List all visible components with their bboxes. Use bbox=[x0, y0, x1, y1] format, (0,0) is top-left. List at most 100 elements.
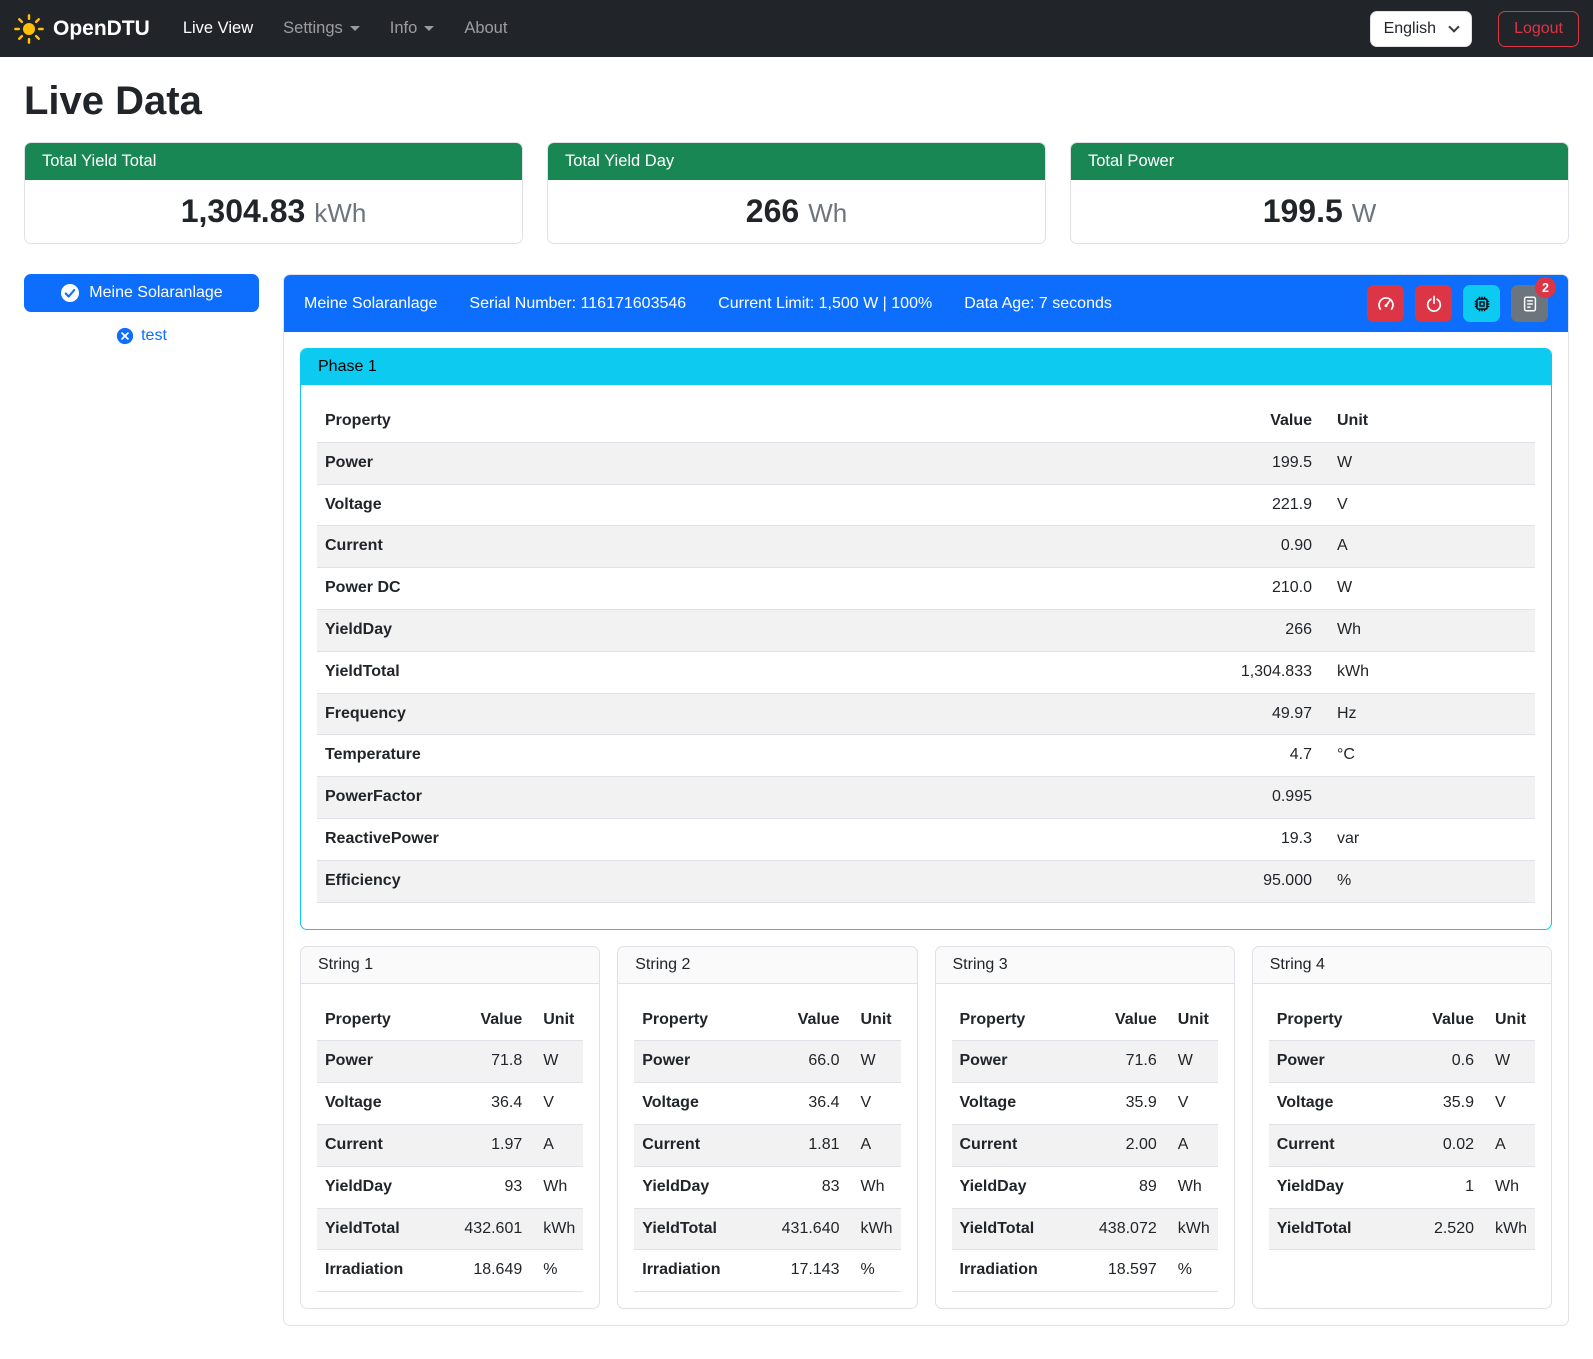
unit-cell: A bbox=[848, 1124, 901, 1166]
unit-cell: W bbox=[1482, 1041, 1535, 1083]
inverter-card-body: Phase 1 Property Value Unit bbox=[284, 332, 1568, 1325]
unit-cell: V bbox=[1320, 484, 1535, 526]
main-container: Live Data Total Yield Total 1,304.83kWh … bbox=[0, 79, 1593, 1356]
nav-item-live-view[interactable]: Live View bbox=[168, 11, 268, 46]
logout-button[interactable]: Logout bbox=[1498, 11, 1579, 47]
table-row: Power 0.6 W bbox=[1269, 1041, 1535, 1083]
nav-item-label: About bbox=[464, 19, 507, 38]
property-cell: YieldDay bbox=[317, 609, 1072, 651]
table-row: Power 71.8 W bbox=[317, 1041, 583, 1083]
property-cell: Power bbox=[1269, 1041, 1399, 1083]
nav-item-about[interactable]: About bbox=[449, 11, 522, 46]
table-header-row: Property Value Unit bbox=[634, 1000, 900, 1041]
value-cell: 36.4 bbox=[754, 1083, 848, 1125]
value-cell: 89 bbox=[1071, 1166, 1165, 1208]
events-button[interactable]: 2 bbox=[1511, 285, 1548, 322]
value-header: Value bbox=[1071, 1000, 1165, 1041]
table-row: YieldTotal 1,304.833 kWh bbox=[317, 651, 1535, 693]
inverter-select-button[interactable]: Meine Solaranlage bbox=[24, 274, 259, 312]
unit-cell: kWh bbox=[530, 1208, 583, 1250]
phase-card-title: Phase 1 bbox=[301, 349, 1551, 385]
property-cell: YieldTotal bbox=[634, 1208, 754, 1250]
table-row: YieldDay 1 Wh bbox=[1269, 1166, 1535, 1208]
nav-item-settings[interactable]: Settings bbox=[268, 11, 375, 46]
string-card-3: String 3 Property Value Unit bbox=[935, 946, 1235, 1310]
summary-card-total-power: Total Power 199.5W bbox=[1070, 142, 1569, 244]
unit-cell: V bbox=[848, 1083, 901, 1125]
property-cell: YieldDay bbox=[952, 1166, 1072, 1208]
table-row: YieldTotal 438.072 kWh bbox=[952, 1208, 1218, 1250]
inverter-test-label: test bbox=[141, 327, 167, 345]
table-header-row: Property Value Unit bbox=[1269, 1000, 1535, 1041]
table-row: Irradiation 18.597 % bbox=[952, 1250, 1218, 1292]
value-cell: 71.6 bbox=[1071, 1041, 1165, 1083]
inverter-card: Meine Solaranlage Serial Number: 1161716… bbox=[283, 274, 1569, 1326]
phase-card: Phase 1 Property Value Unit bbox=[300, 348, 1552, 930]
nav-item-info[interactable]: Info bbox=[375, 11, 450, 46]
summary-card-title: Total Power bbox=[1071, 143, 1568, 180]
table-row: ReactivePower 19.3 var bbox=[317, 818, 1535, 860]
table-row: PowerFactor 0.995 bbox=[317, 777, 1535, 819]
property-cell: PowerFactor bbox=[317, 777, 1072, 819]
language-select[interactable]: English bbox=[1370, 11, 1472, 47]
device-settings-button[interactable] bbox=[1463, 285, 1500, 322]
power-icon bbox=[1425, 295, 1443, 313]
property-cell: Temperature bbox=[317, 735, 1072, 777]
power-button[interactable] bbox=[1415, 285, 1452, 322]
value-cell: 35.9 bbox=[1071, 1083, 1165, 1125]
table-row: Current 2.00 A bbox=[952, 1124, 1218, 1166]
value-cell: 83 bbox=[754, 1166, 848, 1208]
string-table: Property Value Unit bbox=[952, 1000, 1218, 1293]
sun-icon bbox=[14, 14, 44, 44]
unit-cell: Wh bbox=[530, 1166, 583, 1208]
limit-settings-button[interactable] bbox=[1367, 285, 1404, 322]
property-header: Property bbox=[317, 401, 1072, 442]
property-header: Property bbox=[1269, 1000, 1399, 1041]
property-cell: Power DC bbox=[317, 568, 1072, 610]
value-cell: 0.90 bbox=[1072, 526, 1320, 568]
table-row: Voltage 35.9 V bbox=[1269, 1083, 1535, 1125]
nav-item-label: Info bbox=[390, 19, 418, 38]
property-cell: Power bbox=[317, 1041, 437, 1083]
value-cell: 17.143 bbox=[754, 1250, 848, 1292]
value-cell: 1.81 bbox=[754, 1124, 848, 1166]
unit-cell: % bbox=[530, 1250, 583, 1292]
value-cell: 266 bbox=[1072, 609, 1320, 651]
summary-cards-row: Total Yield Total 1,304.83kWh Total Yiel… bbox=[24, 142, 1569, 244]
string-card-title: String 3 bbox=[936, 947, 1234, 984]
inverter-actions: 2 bbox=[1367, 285, 1548, 322]
table-row: Voltage 36.4 V bbox=[317, 1083, 583, 1125]
property-cell: Irradiation bbox=[952, 1250, 1072, 1292]
property-header: Property bbox=[634, 1000, 754, 1041]
value-cell: 438.072 bbox=[1071, 1208, 1165, 1250]
table-row: Efficiency 95.000 % bbox=[317, 860, 1535, 902]
string-card-body: Property Value Unit bbox=[936, 984, 1234, 1309]
inverter-name: Meine Solaranlage bbox=[304, 295, 437, 313]
table-row: Frequency 49.97 Hz bbox=[317, 693, 1535, 735]
property-cell: Current bbox=[952, 1124, 1072, 1166]
inverter-serial: Serial Number: 116171603546 bbox=[469, 295, 686, 313]
string-table: Property Value Unit bbox=[1269, 1000, 1535, 1251]
nav-links: Live View Settings Info About bbox=[168, 11, 1370, 46]
property-cell: Power bbox=[317, 442, 1072, 484]
value-cell: 19.3 bbox=[1072, 818, 1320, 860]
unit-cell: var bbox=[1320, 818, 1535, 860]
unit-cell: A bbox=[530, 1124, 583, 1166]
string-card-body: Property Value Unit bbox=[1253, 984, 1551, 1267]
property-cell: ReactivePower bbox=[317, 818, 1072, 860]
property-cell: Voltage bbox=[317, 1083, 437, 1125]
value-cell: 4.7 bbox=[1072, 735, 1320, 777]
unit-cell: W bbox=[1165, 1041, 1218, 1083]
property-cell: YieldTotal bbox=[952, 1208, 1072, 1250]
table-row: Temperature 4.7 °C bbox=[317, 735, 1535, 777]
brand-link[interactable]: OpenDTU bbox=[14, 14, 150, 44]
value-cell: 18.649 bbox=[437, 1250, 531, 1292]
inverter-item-test[interactable]: test bbox=[24, 327, 259, 345]
unit-cell: % bbox=[848, 1250, 901, 1292]
events-count-badge: 2 bbox=[1535, 277, 1556, 298]
page-title: Live Data bbox=[24, 79, 1569, 124]
unit-cell: W bbox=[848, 1041, 901, 1083]
value-header: Value bbox=[754, 1000, 848, 1041]
value-cell: 2.00 bbox=[1071, 1124, 1165, 1166]
table-row: YieldDay 266 Wh bbox=[317, 609, 1535, 651]
